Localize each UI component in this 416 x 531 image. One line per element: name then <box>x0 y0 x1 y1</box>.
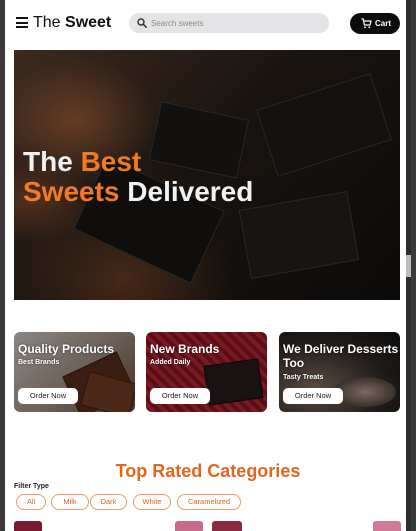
filter-chip-milk[interactable]: Milk <box>51 494 89 510</box>
hero-highlight: Sweets <box>23 176 120 207</box>
cart-button[interactable]: Cart <box>350 13 400 34</box>
cart-icon <box>361 18 372 29</box>
search-bar[interactable] <box>129 13 329 33</box>
promo-subtitle: Best Brands <box>18 359 60 366</box>
promo-title: Quality Products <box>18 342 115 356</box>
brand-logo[interactable]: The Sweet <box>33 14 111 32</box>
scrollbar-thumb[interactable] <box>406 255 411 277</box>
hero-line-1: The Best <box>23 147 253 177</box>
hero-chocolate-piece <box>256 73 392 177</box>
filter-label: Filter Type <box>14 483 49 490</box>
hero-text: The <box>23 146 81 177</box>
promo-card-desserts[interactable]: We Deliver Desserts Too Tasty Treats Ord… <box>279 332 400 412</box>
brand-text-bold: Sweet <box>65 14 112 31</box>
app-window: The Sweet Cart The Best Sweets Delivered <box>5 0 411 531</box>
promo-title: New Brands <box>150 342 220 356</box>
hero-headline: The Best Sweets Delivered <box>23 147 253 207</box>
promo-card-new-brands[interactable]: New Brands Added Daily Order Now <box>146 332 267 412</box>
category-card-peek <box>175 521 203 531</box>
filter-chip-white[interactable]: White <box>133 494 171 510</box>
brand-text-light: The <box>33 14 66 31</box>
chocolate-box-image <box>203 358 264 406</box>
category-card-peek <box>14 521 42 531</box>
hero-line-2: Sweets Delivered <box>23 177 253 207</box>
promo-subtitle: Added Daily <box>150 359 191 366</box>
promo-subtitle: Tasty Treats <box>283 374 324 381</box>
section-title-categories: Top Rated Categories <box>115 461 301 481</box>
hero-highlight: Best <box>80 146 142 177</box>
hero-text: Delivered <box>119 176 254 207</box>
top-navbar: The Sweet Cart <box>5 0 411 46</box>
promo-title: We Deliver Desserts Too <box>283 342 399 370</box>
category-card-peek <box>212 521 242 531</box>
filter-chip-dark[interactable]: Dark <box>90 494 127 510</box>
cart-label: Cart <box>375 19 392 28</box>
search-input[interactable] <box>151 16 321 30</box>
order-now-button[interactable]: Order Now <box>18 388 78 404</box>
search-icon <box>137 18 147 28</box>
promo-card-quality[interactable]: Quality Products Best Brands Order Now <box>14 332 135 412</box>
filter-chip-all[interactable]: All <box>16 494 46 510</box>
order-now-button[interactable]: Order Now <box>150 388 210 404</box>
menu-icon[interactable] <box>16 17 28 28</box>
hero-banner: The Best Sweets Delivered <box>14 50 400 300</box>
category-card-peek <box>373 521 401 531</box>
order-now-button[interactable]: Order Now <box>283 388 343 404</box>
filter-chip-caramelized[interactable]: Caramelized <box>177 494 241 510</box>
hero-chocolate-piece <box>238 190 360 280</box>
dessert-image <box>334 377 396 407</box>
